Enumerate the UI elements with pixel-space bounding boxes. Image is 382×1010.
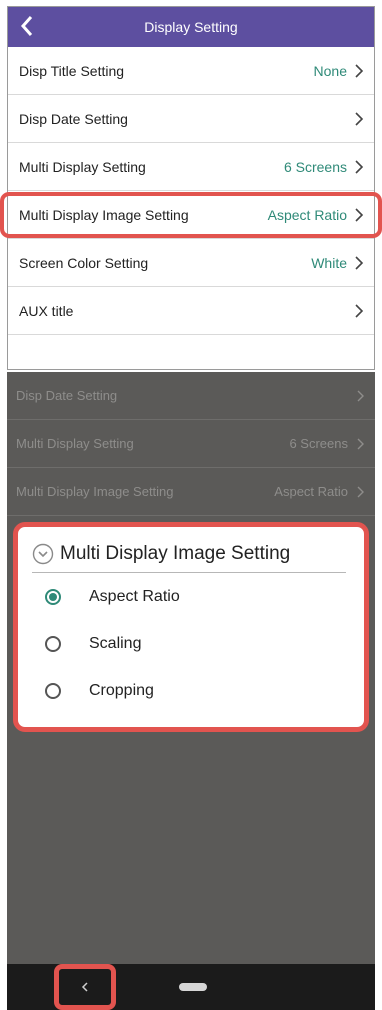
dimmed-row-multi-display-image: Multi Display Image Setting Aspect Ratio xyxy=(7,468,375,516)
option-cropping[interactable]: Cropping xyxy=(32,667,350,714)
back-button[interactable] xyxy=(14,11,40,41)
app-header: Display Setting xyxy=(8,7,374,47)
chevron-right-icon xyxy=(355,207,364,222)
dialog-screen: Disp Date Setting Multi Display Setting … xyxy=(7,372,375,1010)
dimmed-row-disp-date: Disp Date Setting xyxy=(7,372,375,420)
chevron-right-icon xyxy=(355,111,364,126)
option-label: Aspect Ratio xyxy=(89,587,180,605)
option-label: Scaling xyxy=(89,634,142,652)
row-label: Multi Display Setting xyxy=(19,158,146,175)
row-label: Multi Display Image Setting xyxy=(16,484,174,499)
radio-unselected-icon[interactable] xyxy=(45,635,61,652)
row-label: Multi Display Image Setting xyxy=(19,206,189,223)
settings-row-screen-color[interactable]: Screen Color Setting White xyxy=(8,239,374,287)
nav-home-pill-icon[interactable] xyxy=(179,983,207,991)
row-label: Screen Color Setting xyxy=(19,254,149,271)
chevron-right-icon xyxy=(355,63,364,78)
row-value: Aspect Ratio xyxy=(274,484,348,499)
chevron-right-icon xyxy=(357,390,364,401)
page-title: Display Setting xyxy=(144,19,238,35)
radio-selected-icon[interactable] xyxy=(45,588,61,605)
row-label: AUX title xyxy=(19,302,74,319)
chevron-right-icon xyxy=(357,486,364,497)
row-value: 6 Screens xyxy=(283,158,347,175)
chevron-left-icon xyxy=(20,16,33,36)
row-label: Disp Date Setting xyxy=(16,388,118,403)
chevron-right-icon xyxy=(355,159,364,174)
settings-row-disp-title[interactable]: Disp Title Setting None xyxy=(8,47,374,95)
row-value: Aspect Ratio xyxy=(267,206,347,223)
chevron-right-icon xyxy=(355,303,364,318)
chevron-down-circle-icon xyxy=(32,543,54,564)
row-label: Disp Date Setting xyxy=(19,110,128,127)
chevron-right-icon xyxy=(355,255,364,270)
settings-row-disp-date[interactable]: Disp Date Setting xyxy=(8,95,374,143)
row-label: Disp Title Setting xyxy=(19,62,125,79)
image-setting-dialog: Multi Display Image Setting Aspect Ratio… xyxy=(13,522,369,732)
option-aspect-ratio[interactable]: Aspect Ratio xyxy=(32,573,350,620)
option-label: Cropping xyxy=(89,681,154,699)
row-label: Multi Display Setting xyxy=(16,436,134,451)
settings-row-aux-title[interactable]: AUX title xyxy=(8,287,374,335)
settings-row-multi-display-image[interactable]: Multi Display Image Setting Aspect Ratio xyxy=(8,191,374,239)
radio-unselected-icon[interactable] xyxy=(45,682,61,699)
system-nav-bar xyxy=(7,964,375,1010)
row-value: White xyxy=(311,254,347,271)
option-scaling[interactable]: Scaling xyxy=(32,620,350,667)
dialog-title: Multi Display Image Setting xyxy=(60,542,291,564)
nav-back-button[interactable] xyxy=(54,964,116,1010)
chevron-right-icon xyxy=(357,438,364,449)
row-value: None xyxy=(313,62,347,79)
settings-row-multi-display[interactable]: Multi Display Setting 6 Screens xyxy=(8,143,374,191)
row-value: 6 Screens xyxy=(289,436,348,451)
nav-back-icon xyxy=(81,982,88,992)
display-setting-screen: Display Setting Disp Title Setting None … xyxy=(7,6,375,370)
dimmed-row-multi-display: Multi Display Setting 6 Screens xyxy=(7,420,375,468)
dialog-header: Multi Display Image Setting xyxy=(32,535,346,573)
